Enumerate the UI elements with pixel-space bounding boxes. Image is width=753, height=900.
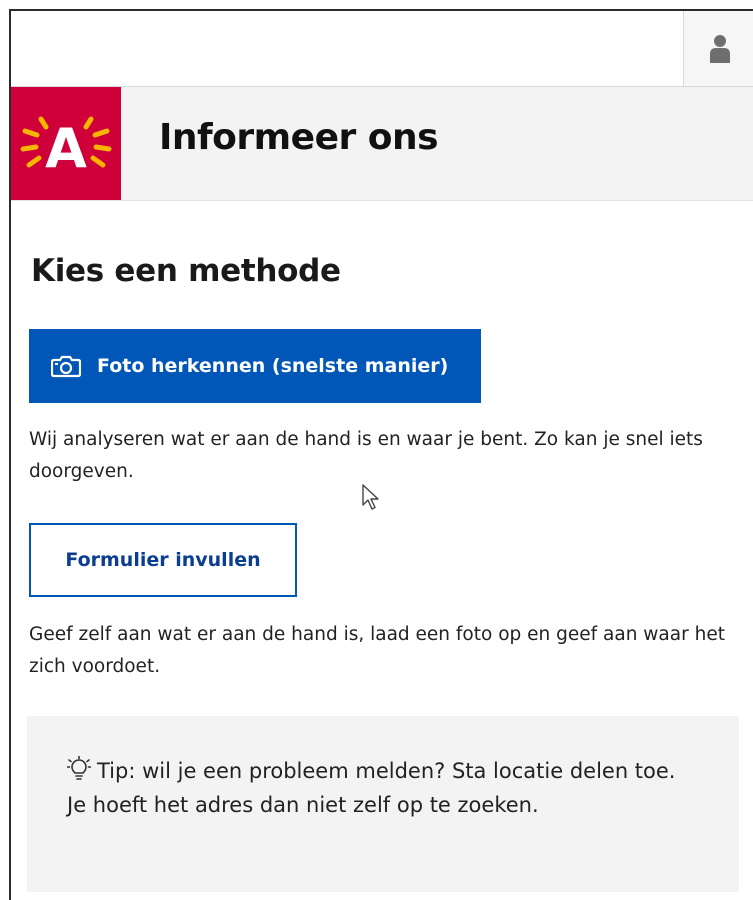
city-logo[interactable]: A <box>11 87 121 200</box>
tip-text: Tip: wil je een probleem melden? Sta loc… <box>67 759 676 817</box>
top-bar <box>11 11 753 87</box>
camera-icon <box>51 354 81 378</box>
tip-box: Tip: wil je een probleem melden? Sta loc… <box>27 716 739 892</box>
user-button[interactable] <box>683 11 753 86</box>
lightbulb-icon <box>66 755 92 790</box>
logo-icon: A <box>20 116 112 180</box>
photo-description: Wij analyseren wat er aan de hand is en … <box>29 429 703 482</box>
site-title: Informeer ons <box>159 117 439 158</box>
page-title: Kies een methode <box>31 253 341 289</box>
photo-recognition-label: Foto herkennen (snelste manier) <box>97 355 449 377</box>
form-description: Geef zelf aan wat er aan de hand is, laa… <box>29 624 725 677</box>
fill-form-label: Formulier invullen <box>65 549 261 571</box>
app-frame: A Informeer ons Kies een methode Foto he… <box>9 9 753 900</box>
site-header: A Informeer ons <box>11 87 753 201</box>
fill-form-button[interactable]: Formulier invullen <box>29 523 297 597</box>
logo-letter: A <box>45 117 87 180</box>
user-icon <box>709 34 731 64</box>
photo-recognition-button[interactable]: Foto herkennen (snelste manier) <box>29 329 481 403</box>
mouse-cursor-icon <box>361 483 381 515</box>
